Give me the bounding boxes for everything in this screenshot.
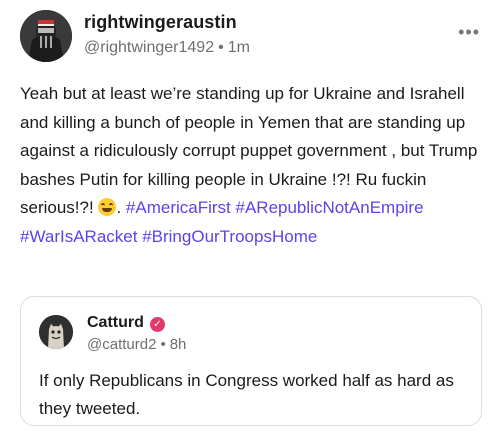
post-time[interactable]: 1m [228, 39, 250, 56]
hashtag-link[interactable]: #BringOurTroopsHome [142, 227, 317, 246]
hashtag-link[interactable]: #ARepublicNotAnEmpire [236, 198, 424, 217]
author-meta: @rightwinger1492 • 1m [84, 39, 250, 57]
hashtag-link[interactable]: #AmericaFirst [126, 198, 231, 217]
quoted-author-name[interactable]: Catturd [87, 314, 144, 331]
post-card: rightwingeraustin @rightwinger1492 • 1m ••… [0, 0, 500, 436]
verified-badge-icon: ✓ [149, 317, 165, 332]
meta-separator: • [218, 39, 224, 56]
hashtag-link[interactable]: #WarIsARacket [20, 227, 137, 246]
author-handle[interactable]: @rightwinger1492 [84, 39, 214, 56]
quoted-author-meta: @catturd2 • 8h [87, 336, 186, 353]
quoted-post[interactable]: Catturd ✓ @catturd2 • 8h If only Republican… [20, 296, 482, 426]
quoted-author-avatar[interactable] [39, 315, 73, 349]
quoted-author-handle[interactable]: @catturd2 [87, 336, 156, 353]
post-body: Yeah but at least we’re standing up for … [20, 80, 485, 251]
more-horizontal-icon[interactable]: ••• [458, 22, 480, 43]
post-text-tail: . [116, 198, 122, 217]
quoted-post-text: If only Republicans in Congress worked h… [39, 371, 454, 418]
quoted-author-line: Catturd ✓ [87, 314, 165, 332]
author-avatar[interactable] [20, 10, 72, 62]
laughing-tears-emoji [98, 198, 117, 216]
meta-separator: • [160, 336, 166, 353]
author-name[interactable]: rightwingeraustin [84, 12, 237, 33]
quoted-post-time[interactable]: 8h [170, 336, 187, 353]
